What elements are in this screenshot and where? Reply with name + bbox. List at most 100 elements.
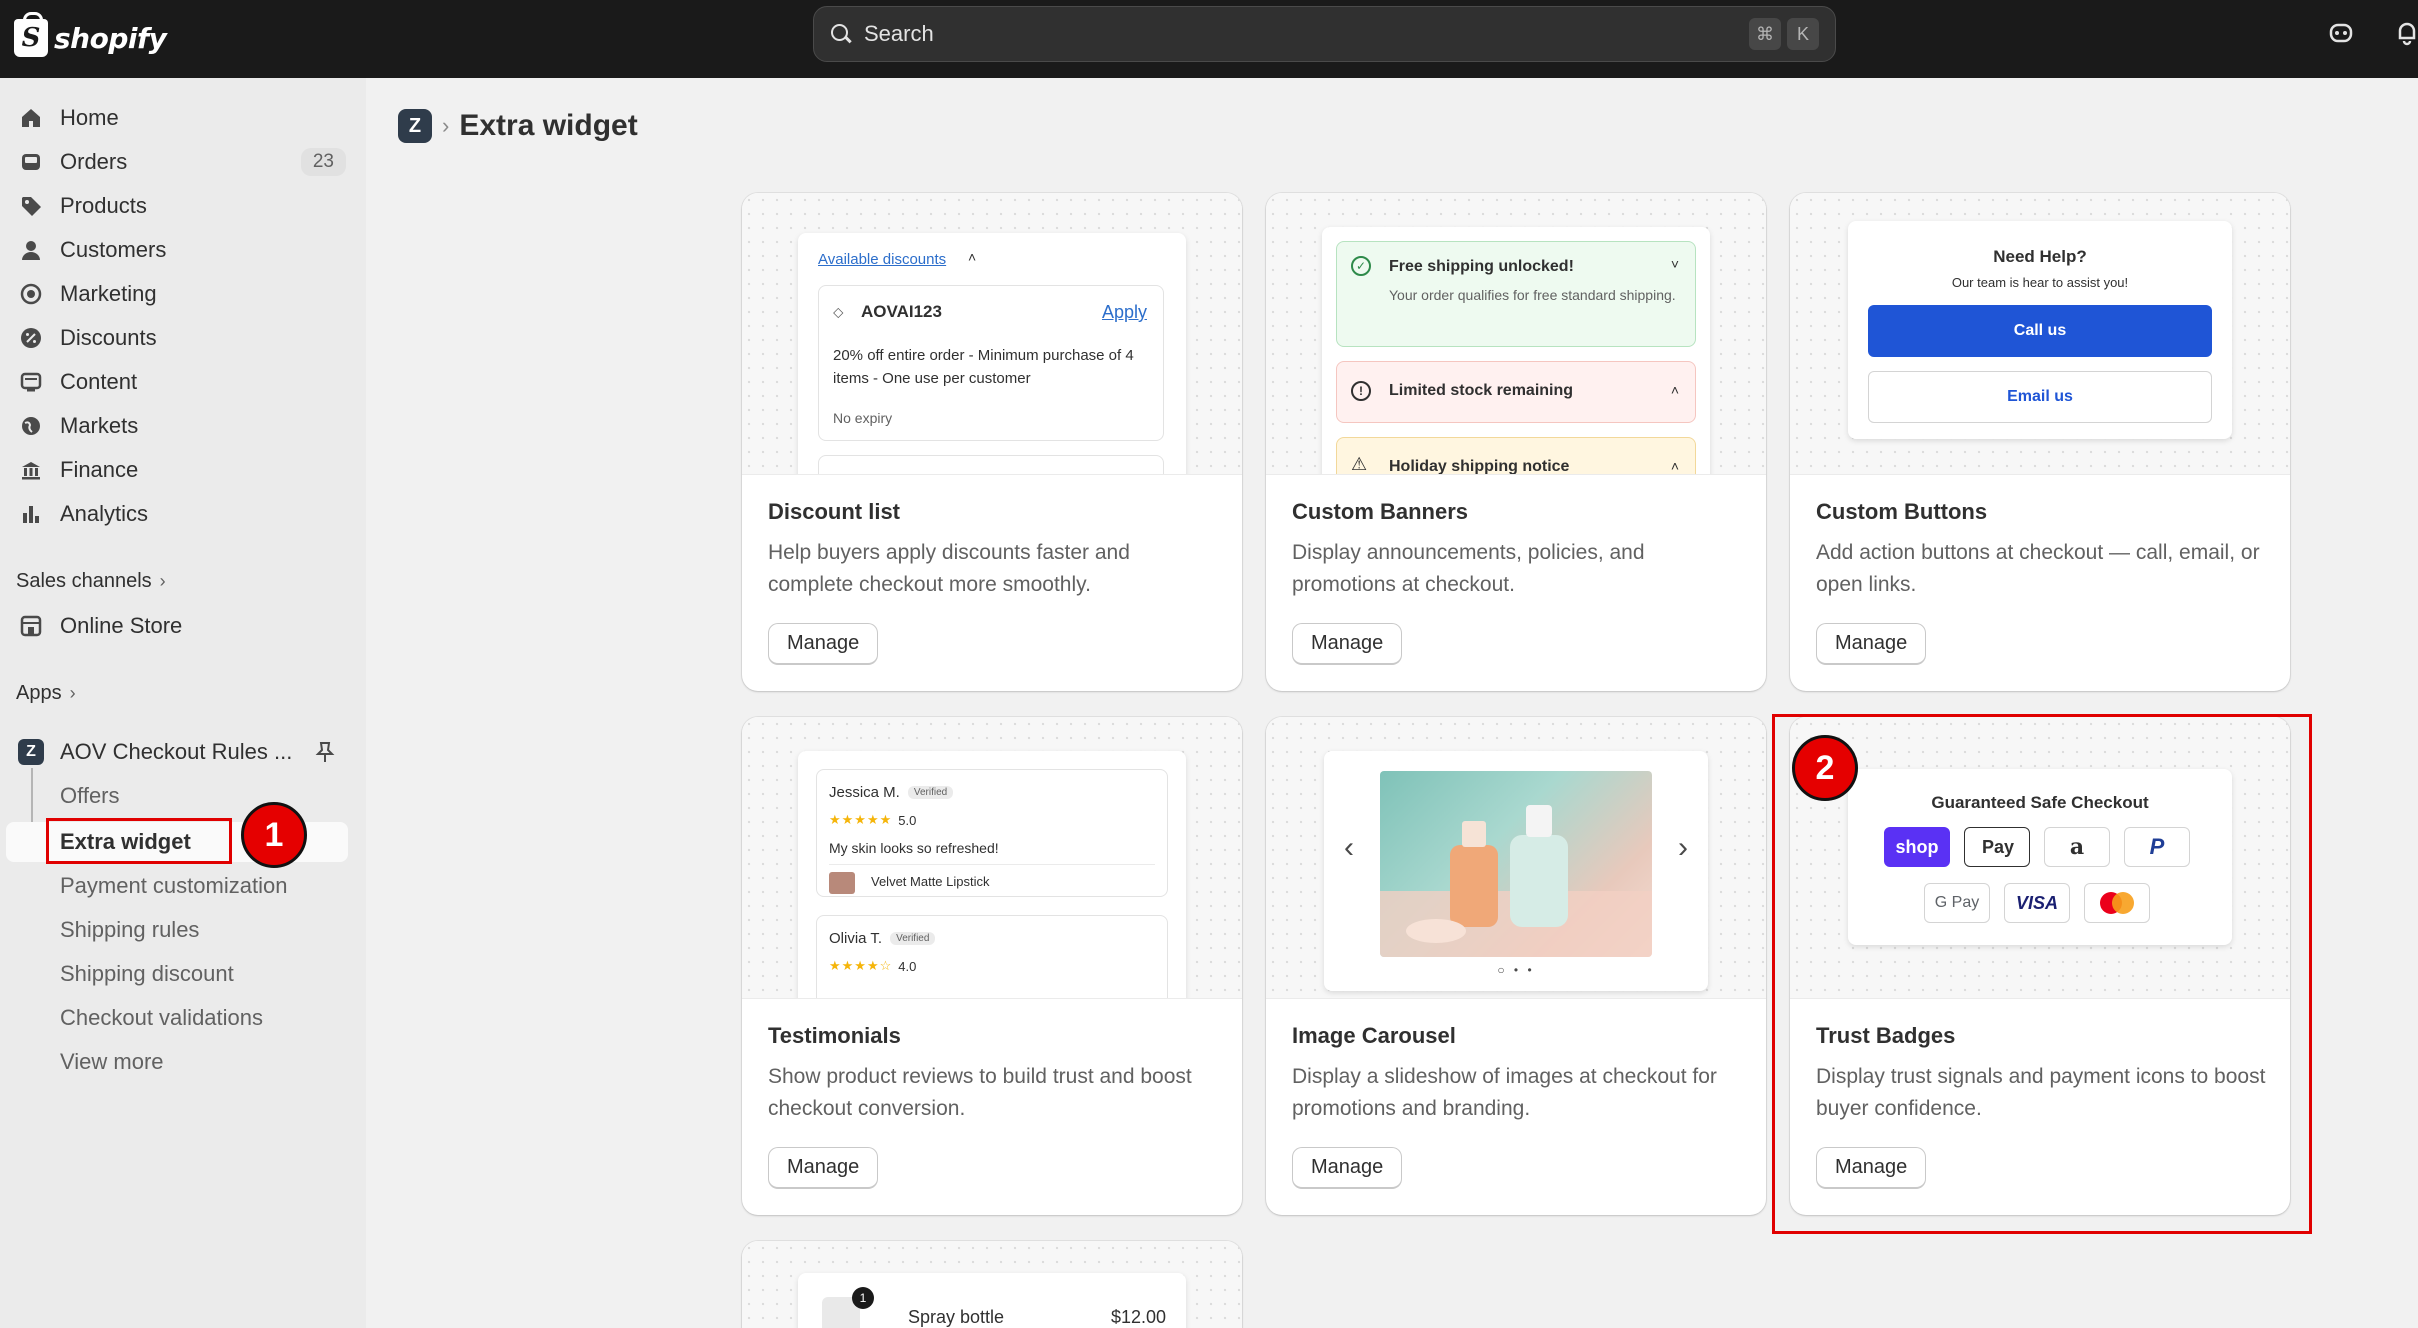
card-title: Custom Banners (1292, 499, 1469, 524)
app-logo-icon[interactable]: Z (398, 109, 432, 143)
sidebar-item-customers[interactable]: Customers (0, 228, 354, 272)
testimonials-preview: Jessica M. Verified ★★★★★ 5.0 My skin lo… (742, 717, 1242, 999)
sidebar-item-orders[interactable]: Orders 23 (0, 140, 354, 184)
sidebar-subitem-payment-customization[interactable]: Payment customization (60, 864, 287, 908)
quantity-badge: 1 (852, 1287, 874, 1309)
carousel-preview-panel: ‹ › ○ • • (1324, 751, 1708, 991)
alert-circle-icon: ! (1351, 381, 1371, 401)
banner-title: Limited stock remaining (1389, 382, 1574, 399)
sidebar-item-label: AOV Checkout Rules ... (60, 739, 293, 764)
sidebar-item-label: Content (60, 369, 138, 394)
buttons-preview-panel: Need Help? Our team is hear to assist yo… (1848, 221, 2232, 439)
sidebar-subitem-checkout-validations[interactable]: Checkout validations (60, 996, 263, 1040)
card-title: Testimonials (768, 1023, 901, 1048)
chevron-right-icon: › (159, 571, 166, 591)
card-description: Display announcements, policies, and pro… (1292, 541, 1645, 596)
sidebar-item-label: Finance (60, 457, 139, 482)
app-icon: Z (16, 737, 46, 767)
email-us-button-preview: Email us (1868, 371, 2212, 423)
sidebar-item-app[interactable]: Z AOV Checkout Rules ... (0, 730, 354, 774)
widget-card-image-carousel: ‹ › ○ • • Image Carousel Display a slide… (1266, 717, 1766, 1215)
manage-button[interactable]: Manage (1292, 1147, 1403, 1189)
banner-title: Holiday shipping notice (1389, 458, 1570, 475)
card-title: Image Carousel (1292, 1023, 1456, 1048)
cart-preview-panel: 1 Spray bottle $12.00 (798, 1273, 1186, 1328)
carousel-prev-icon: ‹ (1344, 831, 1354, 864)
sidebar-item-label: Markets (60, 413, 139, 438)
chevron-right-icon: › (442, 113, 450, 138)
storefront-icon (16, 611, 46, 641)
page-title: Extra widget (459, 109, 638, 142)
tree-line (31, 768, 33, 828)
search-icon (830, 23, 852, 45)
shortcut-k-key: K (1787, 18, 1819, 50)
image-carousel-preview: ‹ › ○ • • (1266, 717, 1766, 999)
bell-icon[interactable] (2392, 18, 2418, 48)
card-description: Help buyers apply discounts faster and c… (768, 541, 1130, 596)
sidebar-item-discounts[interactable]: Discounts (0, 316, 354, 360)
sidebar-item-products[interactable]: Products (0, 184, 354, 228)
notification-mascot-icon[interactable] (2326, 18, 2356, 48)
apps-label: Apps (16, 682, 62, 704)
star-rating-icon: ★★★★★ (829, 812, 893, 827)
manage-button[interactable]: Manage (768, 1147, 879, 1189)
custom-buttons-preview: Need Help? Our team is hear to assist yo… (1790, 193, 2290, 475)
review-card: Olivia T. Verified ★★★★☆ 4.0 (816, 915, 1168, 998)
review-card: Jessica M. Verified ★★★★★ 5.0 My skin lo… (816, 769, 1168, 897)
sidebar-item-finance[interactable]: Finance (0, 448, 354, 492)
discount-icon (16, 323, 46, 353)
card-title: Custom Buttons (1816, 499, 1988, 524)
sidebar-item-label: Orders (60, 149, 128, 174)
bar-chart-icon (16, 499, 46, 529)
tag-icon (16, 191, 46, 221)
carousel-dots: ○ • • (1497, 963, 1535, 977)
rating-value: 5.0 (898, 812, 917, 828)
sales-channels-header[interactable]: Sales channels › (16, 570, 166, 593)
apps-header[interactable]: Apps › (16, 682, 76, 705)
free-shipping-banner: ✓ Free shipping unlocked! ˅ Your order q… (1336, 241, 1696, 347)
chevron-up-icon: ˄ (1670, 458, 1679, 474)
sidebar-subitem-offers[interactable]: Offers (60, 774, 120, 818)
apply-link: Apply (1101, 302, 1147, 322)
shopify-logo[interactable]: S shopify (14, 12, 167, 62)
manage-button[interactable]: Manage (1816, 623, 1927, 665)
search-bar[interactable]: ⌘ K (813, 6, 1836, 62)
inbox-icon (16, 147, 46, 177)
verified-badge: Verified (907, 786, 954, 799)
sidebar-subitem-shipping-rules[interactable]: Shipping rules (60, 908, 199, 952)
sidebar-item-label: Customers (60, 237, 167, 262)
sidebar-item-label: Marketing (60, 281, 157, 306)
product-thumbnail (829, 872, 855, 894)
bank-icon (16, 455, 46, 485)
manage-button[interactable]: Manage (1292, 623, 1403, 665)
banner-title: Free shipping unlocked! (1389, 258, 1574, 275)
sidebar-item-online-store[interactable]: Online Store (0, 604, 354, 648)
search-input[interactable] (864, 21, 1743, 47)
review-text: My skin looks so refreshed! (829, 840, 999, 856)
widget-card-testimonials: Jessica M. Verified ★★★★★ 5.0 My skin lo… (742, 717, 1242, 1215)
available-discounts-link: Available discounts (818, 251, 947, 268)
annotation-marker-1: 1 (241, 802, 307, 868)
sidebar-subitem-view-more[interactable]: View more (60, 1040, 164, 1084)
sidebar-item-label: Home (60, 105, 119, 130)
help-subtitle: Our team is hear to assist you! (1951, 275, 2129, 290)
sidebar-subitem-shipping-discount[interactable]: Shipping discount (60, 952, 234, 996)
sidebar-item-label: Online Store (60, 613, 183, 638)
sidebar-item-marketing[interactable]: Marketing (0, 272, 354, 316)
cart-preview: 1 Spray bottle $12.00 (742, 1241, 1242, 1328)
orders-count-badge: 23 (300, 148, 346, 176)
sidebar-item-content[interactable]: Content (0, 360, 354, 404)
top-bar: S shopify ⌘ K (0, 0, 2418, 78)
tag-icon: ⬦ (833, 304, 844, 321)
sidebar-item-home[interactable]: Home (0, 96, 354, 140)
manage-button[interactable]: Manage (768, 623, 879, 665)
chevron-up-icon: ˄ (968, 249, 977, 265)
sidebar-item-markets[interactable]: Markets (0, 404, 354, 448)
chevron-right-icon: › (69, 683, 76, 703)
pin-icon[interactable] (312, 739, 338, 765)
cart-item-name: Spray bottle (908, 1307, 1005, 1327)
testimonials-preview-panel: Jessica M. Verified ★★★★★ 5.0 My skin lo… (798, 751, 1186, 998)
call-us-button-preview: Call us (1868, 305, 2212, 357)
sidebar-item-analytics[interactable]: Analytics (0, 492, 354, 536)
discount-code: AOVAI123 (861, 302, 942, 321)
